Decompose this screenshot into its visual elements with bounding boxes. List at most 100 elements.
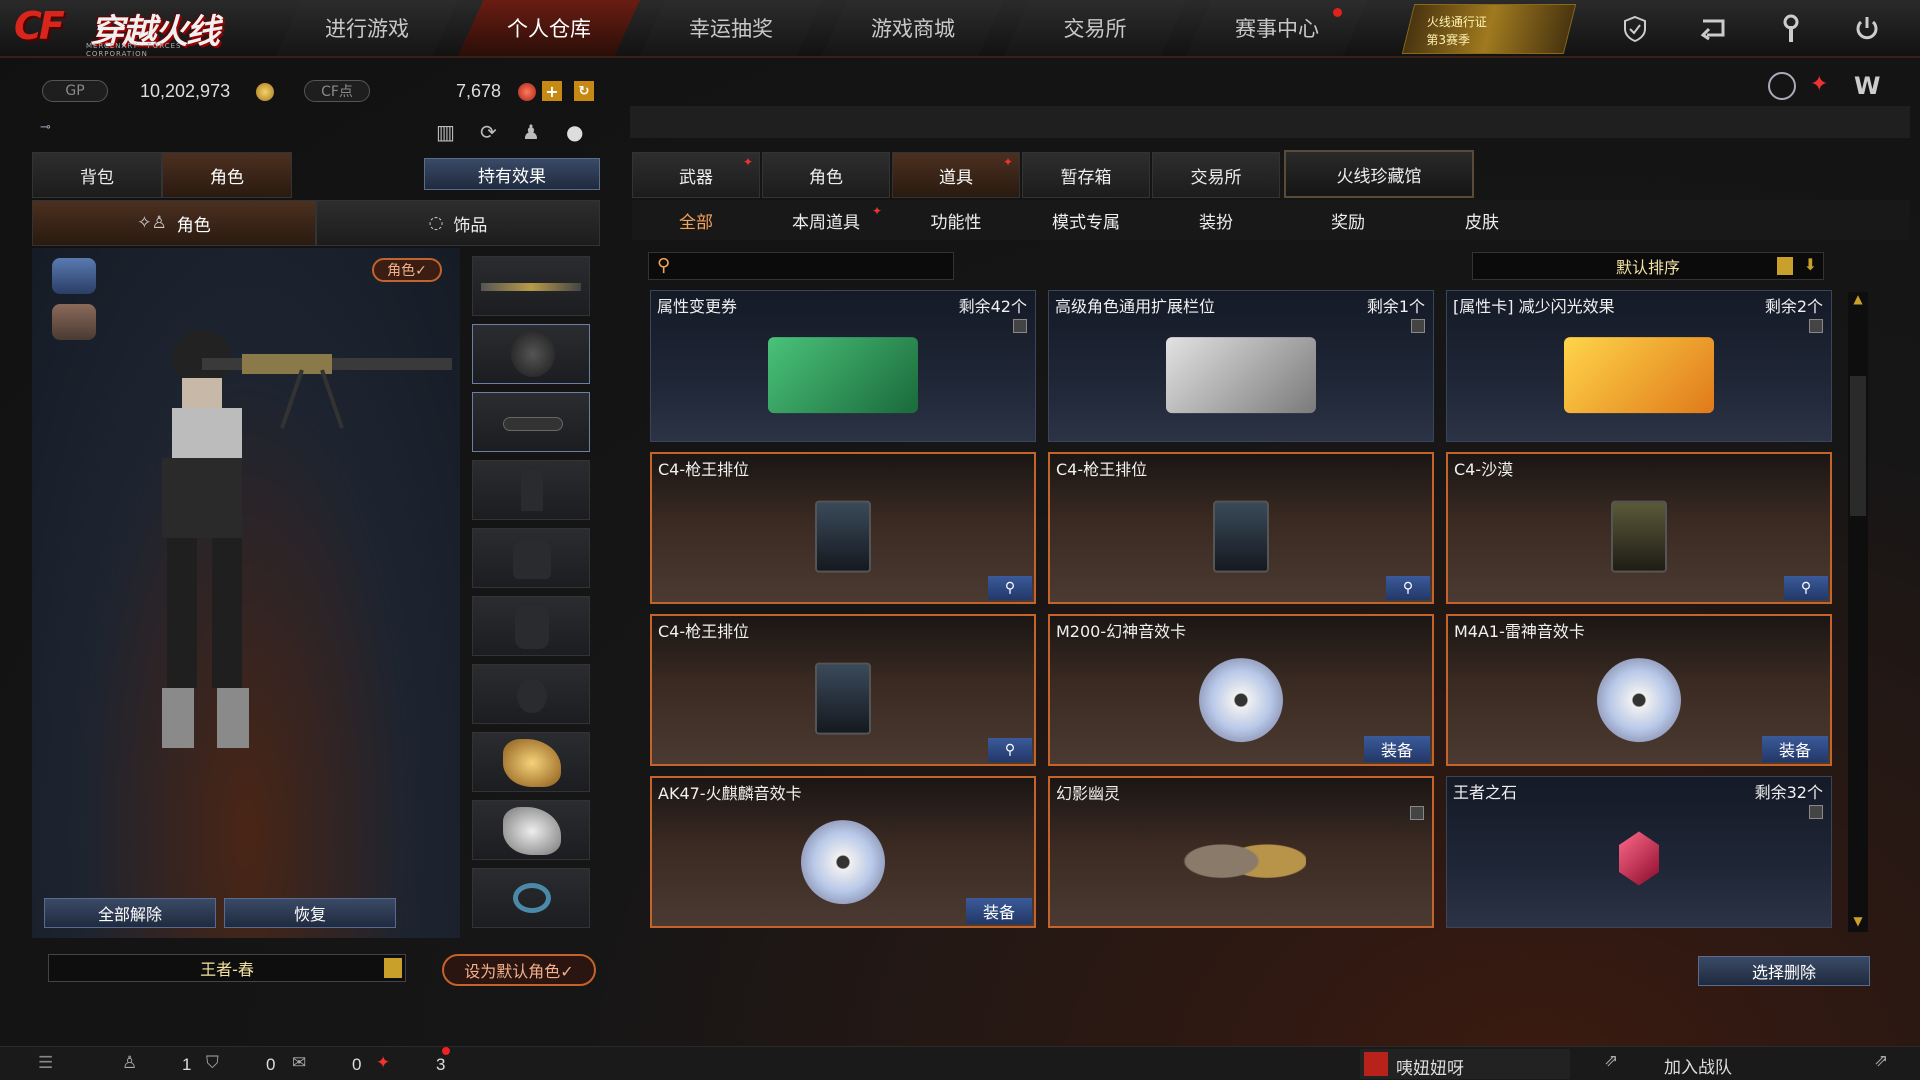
gift-icon[interactable]: ✦ (1810, 72, 1838, 100)
grenade-icon[interactable]: ● (566, 120, 592, 146)
nav-tab-inventory[interactable]: 个人仓库 (458, 0, 640, 56)
trash-icon[interactable] (1410, 806, 1424, 820)
list-icon[interactable] (384, 958, 402, 978)
subtab-all[interactable]: 全部 (632, 202, 760, 238)
nav-tab-lottery[interactable]: 幸运抽奖 (640, 0, 822, 56)
slot-backpack[interactable] (472, 528, 590, 588)
expand-icon[interactable]: ⇗ (1874, 1051, 1888, 1071)
subtab-mode[interactable]: 模式专属 (1022, 202, 1150, 238)
subtab-functional[interactable]: 功能性 (892, 202, 1020, 238)
set-default-role-button[interactable]: 设为默认角色✓ (442, 954, 596, 986)
slot-helmet[interactable] (472, 324, 590, 384)
zoom-button[interactable]: ⚲ (1386, 576, 1430, 600)
equip-button[interactable]: 装备 (1364, 736, 1430, 762)
recharge-plus-icon[interactable]: + (542, 81, 562, 101)
scroll-down-icon[interactable]: ▼ (1848, 914, 1868, 932)
v-logo-icon[interactable]: W (1854, 72, 1884, 100)
item-card[interactable]: 幻影幽灵 (1048, 776, 1434, 928)
friends-icon[interactable]: ♙ (122, 1053, 137, 1073)
scroll-thumb[interactable] (1850, 376, 1866, 516)
zoom-button[interactable]: ⚲ (988, 738, 1032, 762)
power-icon[interactable] (1838, 8, 1896, 50)
item-card[interactable]: C4-枪王排位 ⚲ (1048, 452, 1434, 604)
item-card[interactable]: C4-枪王排位 ⚲ (650, 452, 1036, 604)
slot-grenade[interactable] (472, 664, 590, 724)
tab-exchange[interactable]: 交易所 (1152, 152, 1280, 198)
equip-button[interactable]: 装备 (1762, 736, 1828, 762)
zoom-button[interactable]: ⚲ (988, 576, 1032, 600)
item-card[interactable]: [属性卡] 减少闪光效果 剩余2个 (1446, 290, 1832, 442)
trash-icon[interactable] (1013, 319, 1027, 333)
list-view-icon[interactable] (1777, 257, 1793, 275)
tab-weapons[interactable]: 武器 ✦ (632, 152, 760, 198)
sort-arrow-icon[interactable]: ⬇ (1804, 255, 1817, 274)
nav-tab-exchange[interactable]: 交易所 (1004, 0, 1186, 56)
restore-button[interactable]: 恢复 (224, 898, 396, 928)
shield-small-icon[interactable]: ⛉ (206, 1053, 219, 1073)
subtab-accessory[interactable]: ◌ 饰品 (316, 200, 600, 246)
holding-effects-button[interactable]: 持有效果 (424, 158, 600, 190)
rotate-icon[interactable]: ⟳ (480, 120, 506, 146)
slot-pet-silver[interactable] (472, 800, 590, 860)
nav-tab-events[interactable]: 赛事中心 (1186, 0, 1368, 56)
tab-bag[interactable]: 背包 (32, 152, 162, 198)
equip-button[interactable]: 装备 (966, 898, 1032, 924)
eagle-icon[interactable] (52, 304, 96, 340)
mask-icon[interactable] (52, 258, 96, 294)
subtab-reward[interactable]: 奖励 (1284, 202, 1412, 238)
slot-body[interactable] (472, 460, 590, 520)
gift-icon[interactable]: ✦ (376, 1053, 390, 1073)
expand-icon[interactable]: ⇗ (1604, 1051, 1618, 1071)
item-card[interactable]: AK47-火麒麟音效卡 装备 (650, 776, 1036, 928)
exit-icon[interactable] (1684, 8, 1742, 50)
subtab-skin[interactable]: 皮肤 (1418, 202, 1546, 238)
trash-icon[interactable] (1411, 319, 1425, 333)
item-card[interactable]: 王者之石 剩余32个 (1446, 776, 1832, 928)
subtab-dress[interactable]: 装扮 (1152, 202, 1280, 238)
refresh-icon[interactable]: ↻ (574, 81, 594, 101)
role-name-field[interactable]: 王者-春 (48, 954, 406, 982)
menu-icon[interactable]: ☰ (38, 1053, 53, 1073)
item-card[interactable]: C4-沙漠 ⚲ (1446, 452, 1832, 604)
scrollbar[interactable]: ▲ ▼ (1848, 292, 1868, 932)
tab-roles[interactable]: 角色 (762, 152, 890, 198)
battle-pass-banner[interactable]: 火线通行证 第3赛季 (1401, 4, 1577, 54)
select-delete-button[interactable]: 选择删除 (1698, 956, 1870, 986)
chat-icon[interactable]: ✉ (292, 1053, 306, 1073)
item-card[interactable]: C4-枪王排位 ⚲ (650, 614, 1036, 766)
globe-icon[interactable] (1768, 72, 1796, 100)
zoom-button[interactable]: ⚲ (1784, 576, 1828, 600)
search-box[interactable]: ⚲ (648, 252, 954, 280)
trash-icon[interactable] (1809, 319, 1823, 333)
scroll-up-icon[interactable]: ▲ (1848, 292, 1868, 310)
nav-tab-play[interactable]: 进行游戏 (276, 0, 458, 56)
tab-role[interactable]: 角色 (162, 152, 292, 198)
pose-icon[interactable]: ♟ (522, 120, 548, 146)
tab-collection[interactable]: 火线珍藏馆 (1284, 150, 1474, 198)
slot-goggles[interactable] (472, 392, 590, 452)
trash-icon[interactable] (1809, 805, 1823, 819)
slot-weapon[interactable] (472, 256, 590, 316)
silver-horse-icon (503, 807, 561, 855)
unequip-all-button[interactable]: 全部解除 (44, 898, 216, 928)
shield-icon[interactable] (1606, 8, 1664, 50)
subtab-weekly[interactable]: 本周道具 ✦ (762, 202, 890, 238)
slot-pet-gold[interactable] (472, 732, 590, 792)
slot-vest[interactable] (472, 596, 590, 656)
sort-dropdown[interactable]: 默认排序 ⬇ (1472, 252, 1824, 280)
item-card[interactable]: M4A1-雷神音效卡 装备 (1446, 614, 1832, 766)
nav-tab-shop[interactable]: 游戏商城 (822, 0, 1004, 56)
slot-ring[interactable] (472, 868, 590, 928)
subtab-role[interactable]: ✧♙ 角色 (32, 200, 316, 246)
tab-storage[interactable]: 暂存箱 (1022, 152, 1150, 198)
tab-items[interactable]: 道具 ✦ (892, 152, 1020, 198)
search-input[interactable] (683, 255, 943, 277)
join-team-label[interactable]: 加入战队 (1664, 1053, 1732, 1078)
item-card[interactable]: 高级角色通用扩展栏位 剩余1个 (1048, 290, 1434, 442)
wrench-icon[interactable] (1762, 8, 1820, 50)
item-card[interactable]: M200-幻神音效卡 装备 (1048, 614, 1434, 766)
role-badge[interactable]: 角色✓ (372, 258, 442, 282)
user-chip[interactable]: 咦妞妞呀 (1360, 1049, 1570, 1079)
stats-icon[interactable]: ▥ (436, 120, 462, 146)
item-card[interactable]: 属性变更券 剩余42个 (650, 290, 1036, 442)
